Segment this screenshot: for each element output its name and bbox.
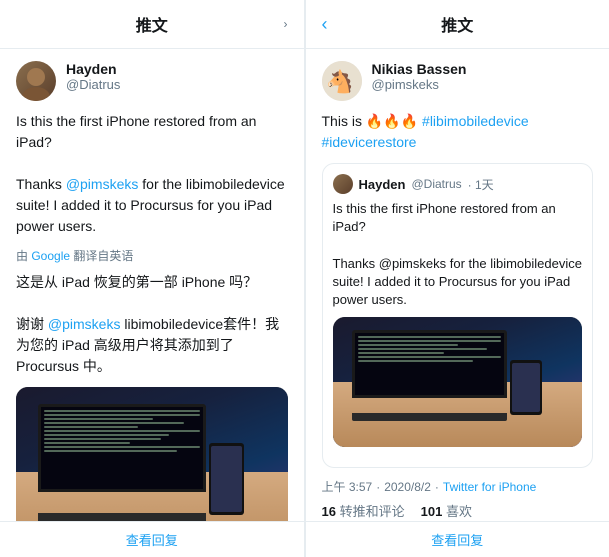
right-panel-header: ‹ 推文: [306, 0, 609, 49]
right-panel-content: 🐴 Nikias Bassen @pimskeks This is 🔥🔥🔥 #l…: [306, 49, 609, 521]
username-right[interactable]: @pimskeks: [372, 77, 467, 92]
mention-pimskeks-translated[interactable]: @pimskeks: [48, 316, 121, 332]
left-panel-title: 推文: [136, 12, 168, 36]
quoted-display-name: Hayden: [359, 177, 406, 192]
right-more-button[interactable]: 查看回复: [431, 530, 483, 549]
tweet-time: 上午 3:57: [322, 478, 373, 495]
tweet-image-right[interactable]: [333, 317, 583, 447]
quoted-username: @Diatrus: [411, 177, 461, 191]
tweet-image-left[interactable]: [16, 387, 288, 521]
left-panel: 推文 › Hayden @Diatrus Is this the first i…: [0, 0, 305, 557]
left-panel-content: Hayden @Diatrus Is this the first iPhone…: [0, 49, 304, 521]
tweet-header-left: Hayden @Diatrus: [16, 61, 288, 101]
right-bottom-bar: 查看回复: [306, 521, 609, 557]
tweet-stats: 16 转推和评论 101 喜欢: [322, 501, 594, 520]
user-info-left: Hayden @Diatrus: [66, 61, 120, 92]
quoted-tweet[interactable]: Hayden @Diatrus · 1天 Is this the first i…: [322, 163, 594, 468]
left-bottom-bar: 查看回复: [0, 521, 304, 557]
tweet-source[interactable]: Twitter for iPhone: [443, 480, 536, 494]
quoted-tweet-header: Hayden @Diatrus · 1天: [333, 174, 583, 194]
tweet-footer: 上午 3:57 · 2020/8/2 · Twitter for iPhone: [322, 478, 594, 495]
quoted-tweet-text: Is this the first iPhone restored from a…: [333, 200, 583, 309]
svg-text:🐴: 🐴: [326, 69, 353, 94]
tweet-date: 2020/8/2: [384, 480, 431, 494]
avatar-right[interactable]: 🐴: [322, 61, 362, 101]
display-name-left[interactable]: Hayden: [66, 61, 120, 77]
quoted-avatar: [333, 174, 353, 194]
tweet-text-left: Is this the first iPhone restored from a…: [16, 111, 288, 237]
likes-count: 101 喜欢: [421, 501, 472, 520]
hashtag-idevicerestore[interactable]: #idevicerestore: [322, 134, 417, 150]
hashtag-libimobiledevice[interactable]: #libimobiledevice: [422, 113, 529, 129]
back-icon[interactable]: ‹: [322, 14, 328, 35]
avatar-left[interactable]: [16, 61, 56, 101]
username-left[interactable]: @Diatrus: [66, 77, 120, 92]
right-panel-title: 推文: [441, 12, 473, 36]
translation-label: 由 Google 翻译自英语: [16, 247, 288, 264]
retweet-count: 16 转推和评论: [322, 501, 405, 520]
chevron-down-icon: ›: [284, 17, 288, 31]
tweet-text-right: This is 🔥🔥🔥 #libimobiledevice #idevicere…: [322, 111, 594, 153]
right-panel: ‹ 推文 🐴 Nikias Bassen @pimskeks This is 🔥…: [306, 0, 609, 557]
user-info-right: Nikias Bassen @pimskeks: [372, 61, 467, 92]
display-name-right[interactable]: Nikias Bassen: [372, 61, 467, 77]
google-translate-link[interactable]: Google: [31, 249, 70, 263]
left-more-button[interactable]: 查看回复: [126, 530, 178, 549]
mention-pimskeks[interactable]: @pimskeks: [66, 176, 139, 192]
tweet-header-right: 🐴 Nikias Bassen @pimskeks: [322, 61, 594, 101]
left-panel-header: 推文 ›: [0, 0, 304, 49]
quoted-time: · 1天: [468, 176, 494, 193]
translated-text: 这是从 iPad 恢复的第一部 iPhone 吗？ 谢谢 @pimskeks l…: [16, 272, 288, 377]
